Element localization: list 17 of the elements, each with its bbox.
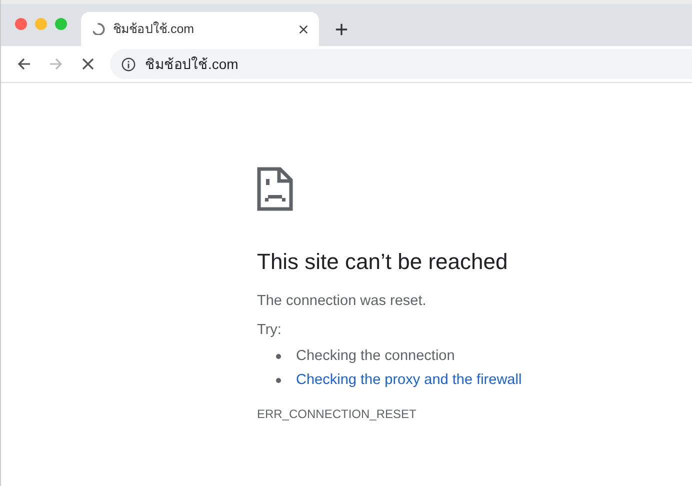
error-code: ERR_CONNECTION_RESET <box>257 407 418 421</box>
back-icon[interactable] <box>16 56 32 72</box>
info-icon[interactable] <box>121 56 136 72</box>
address-bar[interactable]: ชิมช้อปใช้.com <box>110 49 692 79</box>
new-tab-icon[interactable] <box>335 23 348 36</box>
tab-title: ชิมช้อปใช้.com <box>113 20 196 38</box>
suggestion-text: Checking the connection <box>296 348 455 364</box>
error-message: The connection was reset. <box>257 293 428 309</box>
browser-tab[interactable]: ชิมช้อปใช้.com <box>81 12 319 46</box>
error-title: This site can’t be reached <box>257 249 509 275</box>
stop-icon[interactable] <box>80 56 96 72</box>
close-tab-icon[interactable] <box>298 24 309 34</box>
bullet-icon <box>276 354 281 358</box>
sad-page-icon <box>257 167 293 211</box>
bullet-icon <box>276 378 281 382</box>
suggestion-link[interactable]: Checking the proxy and the firewall <box>296 372 522 388</box>
try-label: Try: <box>257 322 282 338</box>
